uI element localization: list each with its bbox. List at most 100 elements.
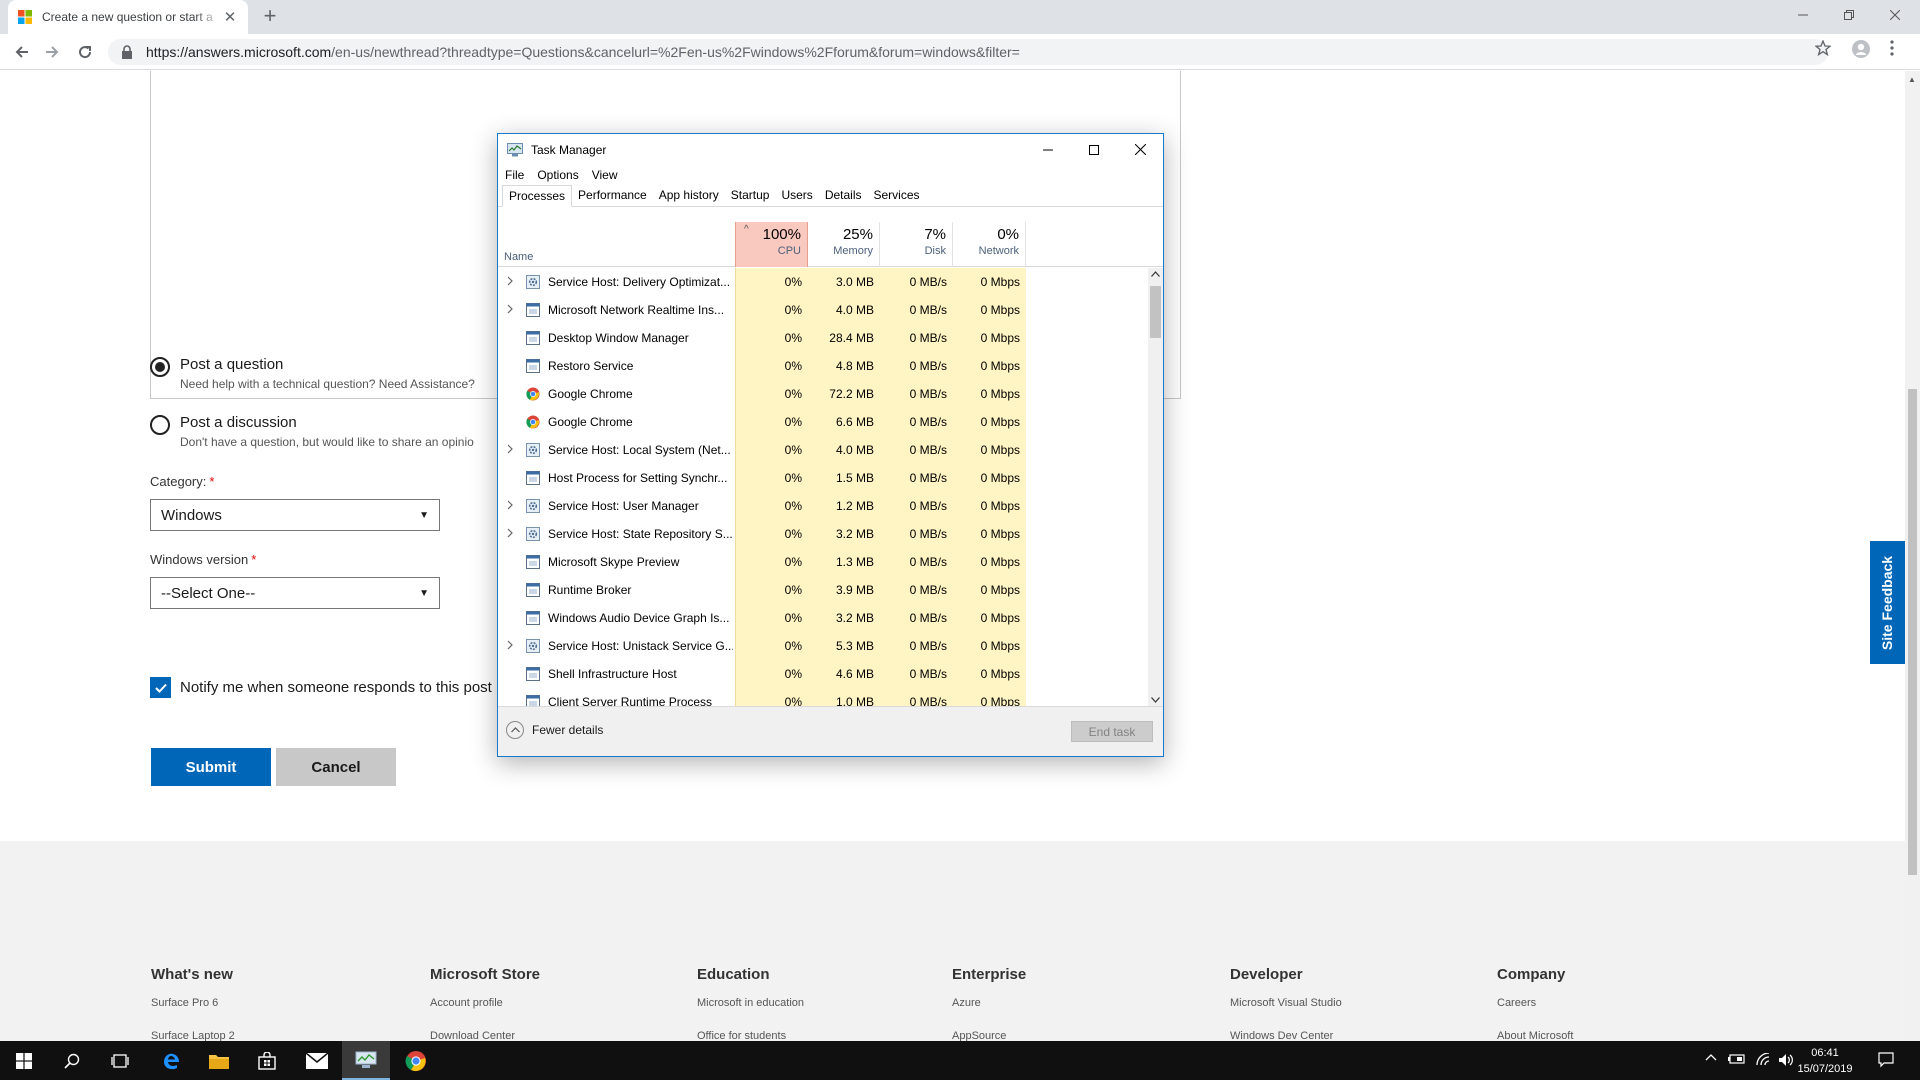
post-question-radio[interactable] [150, 357, 170, 377]
scroll-up-arrow-icon[interactable]: ▲ [1908, 75, 1916, 84]
browser-tab[interactable]: Create a new question or start a ✕ [8, 0, 248, 34]
name-column-header[interactable]: Name [504, 251, 533, 263]
process-row[interactable]: Desktop Window Manager 0% 28.4 MB 0 MB/s 0 M… [498, 324, 1148, 352]
battery-icon[interactable] [1728, 1053, 1746, 1065]
category-select[interactable]: Windows ▼ [150, 499, 440, 531]
tab-app-history[interactable]: App history [653, 185, 725, 206]
tab-users[interactable]: Users [775, 185, 818, 206]
close-window-button[interactable] [1872, 0, 1918, 30]
process-row[interactable]: Client Server Runtime Process 0% 1.0 MB 0 M… [498, 688, 1148, 706]
wifi-icon[interactable] [1755, 1053, 1771, 1067]
tab-processes[interactable]: Processes [502, 185, 573, 207]
process-row[interactable]: Service Host: Unistack Service G... 0% 5.3… [498, 632, 1148, 660]
site-feedback-button[interactable]: Site Feedback [1870, 541, 1905, 664]
footer-link[interactable]: Microsoft Visual Studio [1230, 997, 1342, 1009]
footer-link[interactable]: About Microsoft [1497, 1030, 1573, 1041]
tm-maximize-button[interactable] [1071, 134, 1117, 165]
process-row[interactable]: Service Host: Delivery Optimizat... 0% 3.0… [498, 268, 1148, 296]
network-column-header[interactable]: 0% Network [953, 222, 1026, 267]
process-row[interactable]: Windows Audio Device Graph Is... 0% 3.2 MB… [498, 604, 1148, 632]
footer-link[interactable]: Account profile [430, 997, 540, 1009]
post-question-option[interactable]: Post a question Need help with a technic… [150, 356, 475, 391]
process-list-scrollbar-thumb[interactable] [1150, 286, 1161, 338]
tab-services[interactable]: Services [868, 185, 926, 206]
volume-icon[interactable] [1778, 1053, 1794, 1067]
process-row[interactable]: Shell Infrastructure Host 0% 4.6 MB 0 MB/s 0… [498, 660, 1148, 688]
expand-chevron-icon[interactable] [506, 444, 514, 454]
profile-avatar-icon[interactable] [1852, 40, 1870, 58]
tab-performance[interactable]: Performance [572, 185, 653, 206]
process-row[interactable]: Service Host: User Manager 0% 1.2 MB 0 MB/s… [498, 492, 1148, 520]
process-row[interactable]: Service Host: Local System (Net... 0% 4.0 … [498, 436, 1148, 464]
taskbar-chrome[interactable] [392, 1041, 440, 1080]
restore-window-button[interactable] [1826, 0, 1872, 30]
taskbar-store[interactable] [243, 1041, 291, 1080]
forward-button[interactable] [40, 40, 64, 64]
process-row[interactable]: Runtime Broker 0% 3.9 MB 0 MB/s 0 Mbps [498, 576, 1148, 604]
process-row[interactable]: Host Process for Setting Synchr... 0% 1.5 … [498, 464, 1148, 492]
page-scrollbar-thumb[interactable] [1908, 389, 1917, 875]
page-scrollbar[interactable]: ▲ [1905, 71, 1920, 1041]
process-row[interactable]: Google Chrome 0% 6.6 MB 0 MB/s 0 Mbps [498, 408, 1148, 436]
process-list-scrollbar[interactable] [1148, 268, 1163, 706]
footer-link[interactable]: Surface Pro 6 [151, 997, 235, 1009]
windows-version-select[interactable]: --Select One-- ▼ [150, 577, 440, 609]
expand-chevron-icon[interactable] [506, 304, 514, 314]
footer-link[interactable]: Download Center [430, 1030, 540, 1041]
task-view-button[interactable] [96, 1041, 144, 1080]
taskbar-mail[interactable] [293, 1041, 341, 1080]
scroll-down-icon[interactable] [1151, 697, 1160, 703]
disk-column-header[interactable]: 7% Disk [880, 222, 953, 267]
footer-link[interactable]: Surface Laptop 2 [151, 1030, 235, 1041]
memory-column-header[interactable]: 25% Memory [808, 222, 880, 267]
expand-chevron-icon[interactable] [506, 500, 514, 510]
back-button[interactable] [10, 40, 34, 64]
notify-checkbox[interactable] [150, 677, 171, 698]
tm-menu-file[interactable]: File [505, 168, 524, 182]
reload-button[interactable] [73, 40, 97, 64]
cpu-column-header[interactable]: ^ 100% CPU [735, 222, 808, 267]
tm-minimize-button[interactable] [1025, 134, 1071, 165]
address-bar[interactable]: https://answers.microsoft.com/en-us/newt… [108, 39, 1828, 65]
taskbar-file-explorer[interactable] [195, 1041, 243, 1080]
process-row[interactable]: Microsoft Skype Preview 0% 1.3 MB 0 MB/s 0 M… [498, 548, 1148, 576]
action-center-icon[interactable] [1878, 1052, 1894, 1068]
expand-chevron-icon[interactable] [506, 528, 514, 538]
expand-chevron-icon[interactable] [506, 640, 514, 650]
footer-link[interactable]: Azure [952, 997, 1026, 1009]
cancel-button[interactable]: Cancel [276, 748, 396, 786]
post-discussion-radio[interactable] [150, 415, 170, 435]
browser-menu-icon[interactable] [1890, 40, 1894, 56]
tm-close-button[interactable] [1117, 134, 1163, 165]
process-row[interactable]: Google Chrome 0% 72.2 MB 0 MB/s 0 Mbps [498, 380, 1148, 408]
scroll-up-icon[interactable] [1151, 271, 1160, 277]
taskbar-task-manager[interactable] [342, 1041, 390, 1080]
footer-link[interactable]: Office for students [697, 1030, 804, 1041]
minimize-window-button[interactable] [1780, 0, 1826, 30]
tab-startup[interactable]: Startup [725, 185, 776, 206]
post-discussion-option[interactable]: Post a discussion Don't have a question,… [150, 414, 474, 449]
start-button[interactable] [0, 1041, 48, 1080]
footer-link[interactable]: Careers [1497, 997, 1573, 1009]
tab-details[interactable]: Details [819, 185, 868, 206]
process-row[interactable]: Restoro Service 0% 4.8 MB 0 MB/s 0 Mbps [498, 352, 1148, 380]
bookmark-star-icon[interactable] [1815, 40, 1831, 56]
tm-menu-view[interactable]: View [592, 168, 618, 182]
fewer-details-button[interactable]: Fewer details [506, 721, 603, 739]
taskbar-edge[interactable] [147, 1041, 195, 1080]
footer-link[interactable]: AppSource [952, 1030, 1026, 1041]
process-row[interactable]: Microsoft Network Realtime Ins... 0% 4.0 M… [498, 296, 1148, 324]
new-tab-button[interactable]: + [258, 5, 282, 29]
footer-link[interactable]: Microsoft in education [697, 997, 804, 1009]
notify-option[interactable]: Notify me when someone responds to this … [150, 677, 492, 698]
tm-menu-options[interactable]: Options [537, 168, 578, 182]
taskbar-clock[interactable]: 06:41 15/07/2019 [1795, 1045, 1855, 1077]
close-tab-icon[interactable]: ✕ [222, 8, 238, 26]
show-hidden-icons-icon[interactable] [1705, 1053, 1717, 1061]
end-task-button[interactable]: End task [1071, 721, 1153, 742]
submit-button[interactable]: Submit [151, 748, 271, 786]
footer-link[interactable]: Windows Dev Center [1230, 1030, 1342, 1041]
expand-chevron-icon[interactable] [506, 276, 514, 286]
search-button[interactable] [48, 1041, 96, 1080]
process-row[interactable]: Service Host: State Repository S... 0% 3.2… [498, 520, 1148, 548]
